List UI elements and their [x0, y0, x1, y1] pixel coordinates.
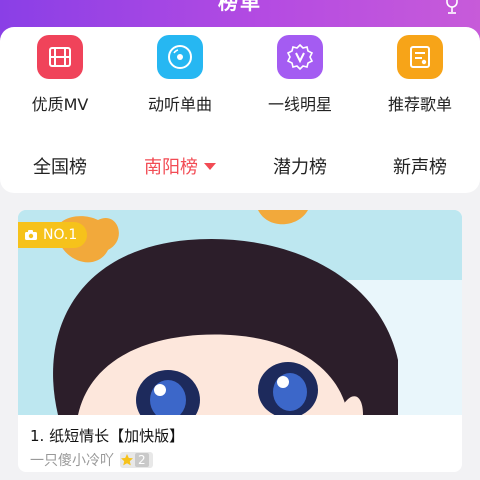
trophy-icon[interactable]	[442, 0, 462, 16]
category-row: 优质MV 动听单曲 一线明星 推荐歌单	[0, 35, 480, 115]
playlist-icon	[397, 35, 443, 79]
category-label: 一线明星	[267, 95, 332, 114]
rank-badge: NO.1	[18, 222, 88, 248]
category-star[interactable]: 一线明星	[240, 35, 360, 115]
artist-name: 一只傻小冷吖	[30, 453, 114, 469]
category-single[interactable]: 动听单曲	[120, 35, 240, 115]
tab-label: 新声榜	[393, 157, 447, 178]
tab-label: 南阳榜	[144, 157, 198, 178]
page-title: 榜单	[218, 0, 262, 14]
tab-label: 全国榜	[33, 157, 87, 178]
disc-icon	[157, 35, 203, 79]
tab-potential[interactable]: 潜力榜	[240, 153, 360, 179]
v-badge-icon	[277, 35, 323, 79]
chevron-down-icon	[204, 162, 216, 170]
ranking-tabs: 全国榜 南阳榜 潜力榜 新声榜	[0, 139, 480, 193]
tab-new-voice[interactable]: 新声榜	[360, 153, 480, 179]
category-label: 动听单曲	[147, 95, 212, 114]
tab-national[interactable]: 全国榜	[0, 153, 120, 179]
star-icon	[121, 454, 133, 466]
rank-badge-label: NO.1	[43, 227, 78, 243]
tab-label: 潜力榜	[273, 157, 327, 178]
tab-nanyang[interactable]: 南阳榜	[120, 153, 240, 179]
film-icon	[37, 35, 83, 79]
category-label: 推荐歌单	[387, 95, 452, 114]
category-label: 优质MV	[31, 95, 89, 114]
song-artist: 一只傻小冷吖 2	[30, 450, 153, 470]
category-playlist[interactable]: 推荐歌单	[360, 35, 480, 115]
level-badge: 2	[120, 452, 153, 468]
level-number: 2	[135, 453, 149, 467]
camera-icon	[25, 230, 37, 240]
song-card[interactable]: NO.1 1. 纸短情长【加快版】 一只傻小冷吖 2	[18, 210, 462, 472]
song-title: 1. 纸短情长【加快版】	[30, 427, 185, 445]
category-card: 优质MV 动听单曲 一线明星 推荐歌单 全国榜 南阳榜 潜力榜 新声榜	[0, 27, 480, 193]
category-mv[interactable]: 优质MV	[0, 35, 120, 115]
